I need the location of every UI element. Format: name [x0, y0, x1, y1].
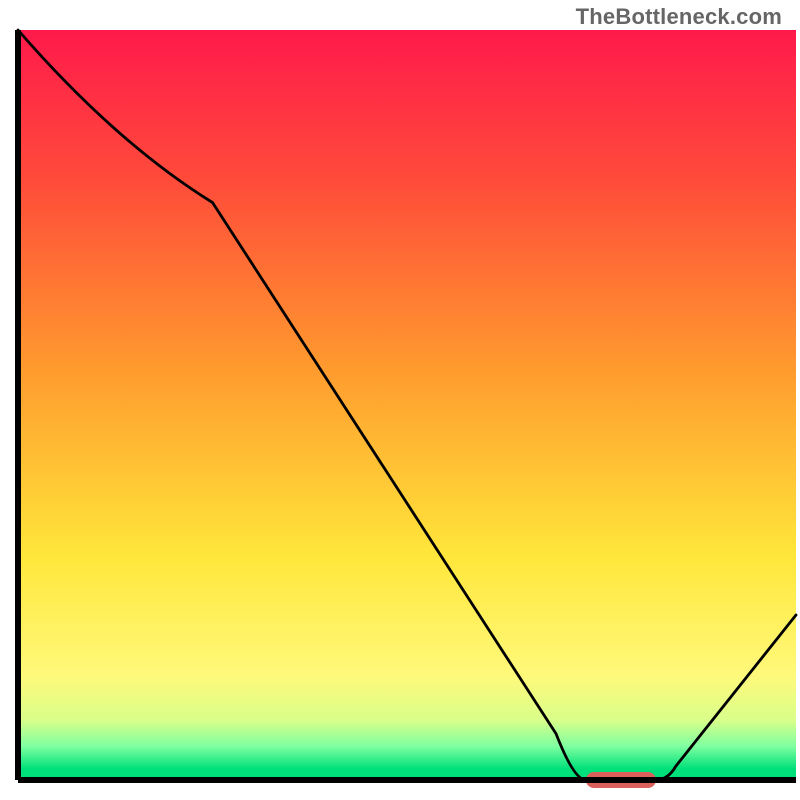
- bottleneck-chart: [0, 0, 800, 800]
- gradient-background: [18, 30, 796, 780]
- plot-area: [18, 30, 796, 788]
- chart-container: TheBottleneck.com: [0, 0, 800, 800]
